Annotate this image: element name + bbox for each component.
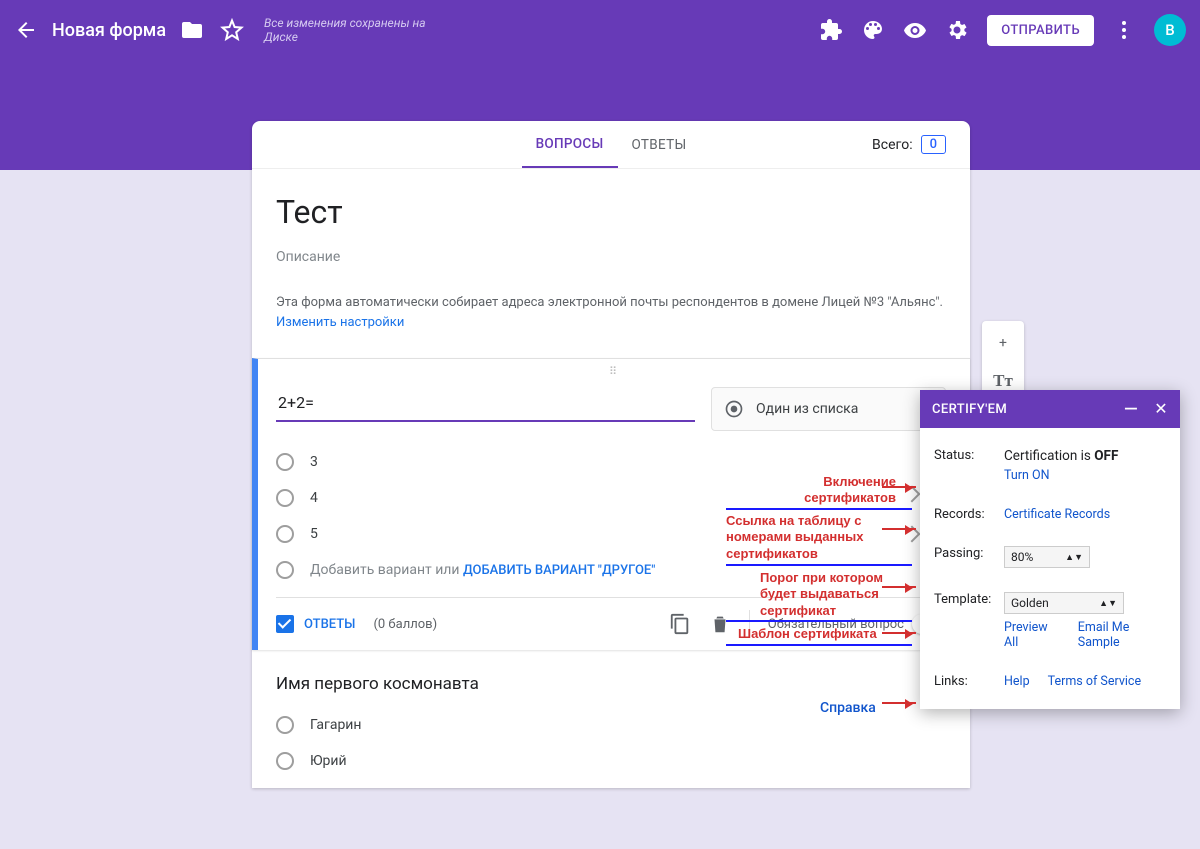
panel-row-records: Records: Certificate Records: [920, 495, 1180, 534]
save-status: Все изменения сохранены на Диске: [264, 16, 444, 45]
account-avatar[interactable]: В: [1154, 14, 1186, 46]
panel-row-template: Template: Golden▲▼ Preview All Email Me …: [920, 580, 1180, 662]
option-row[interactable]: Гагарин: [276, 716, 946, 734]
total-label: Всего:: [872, 137, 913, 153]
tab-questions[interactable]: ВОПРОСЫ: [522, 121, 618, 168]
passing-select[interactable]: 80%▲▼: [1004, 546, 1090, 568]
arrow-icon: [882, 486, 916, 488]
panel-row-links: Links: Help Terms of Service: [920, 662, 1180, 701]
points-label: (0 баллов): [373, 617, 437, 632]
certification-status: Certification is OFF: [1004, 448, 1166, 464]
arrow-icon: [882, 528, 916, 530]
option-row[interactable]: Юрий: [276, 752, 946, 770]
form-title[interactable]: Тест: [276, 193, 946, 231]
add-question-button[interactable]: +: [987, 327, 1019, 359]
radio-icon: [276, 716, 294, 734]
total-responses: Всего: 0: [872, 135, 946, 154]
add-option-button[interactable]: Добавить вариант: [310, 562, 432, 578]
radio-icon: [276, 752, 294, 770]
template-select[interactable]: Golden▲▼: [1004, 592, 1124, 614]
total-count-badge: 0: [921, 135, 946, 154]
question-text-input[interactable]: 2+2=: [276, 387, 695, 422]
answer-key-button[interactable]: ОТВЕТЫ: [276, 615, 355, 633]
annotation-enable-certificates: Включение сертификатов: [776, 474, 896, 507]
annotation-passing-threshold: Порог при котором будет выдаваться серти…: [760, 570, 910, 619]
delete-icon[interactable]: [709, 613, 731, 635]
doc-title[interactable]: Новая форма: [52, 20, 166, 41]
radio-icon: [276, 453, 294, 471]
email-sample-link[interactable]: Email Me Sample: [1078, 620, 1166, 650]
star-icon[interactable]: [220, 18, 244, 42]
radio-icon: [276, 525, 294, 543]
send-button[interactable]: ОТПРАВИТЬ: [987, 15, 1094, 46]
annotation-template: Шаблон сертификата: [738, 626, 877, 642]
arrow-icon: [882, 632, 916, 634]
annotation-divider: [726, 620, 912, 622]
question-text[interactable]: Имя первого космонавта: [276, 674, 946, 694]
preview-eye-icon[interactable]: [903, 18, 927, 42]
tab-answers[interactable]: ОТВЕТЫ: [618, 121, 701, 168]
annotation-divider: [726, 564, 912, 566]
radio-icon: [724, 399, 744, 419]
back-arrow-icon[interactable]: [14, 18, 38, 42]
more-vert-icon[interactable]: [1112, 18, 1136, 42]
check-icon: [276, 615, 294, 633]
panel-header[interactable]: CERTIFY'EM — ✕: [920, 390, 1180, 428]
palette-icon[interactable]: [861, 18, 885, 42]
certifyem-panel: CERTIFY'EM — ✕ Status: Certification is …: [920, 390, 1180, 709]
option-row[interactable]: 3: [276, 453, 946, 471]
panel-row-status: Status: Certification is OFF Turn ON: [920, 436, 1180, 495]
radio-icon: [276, 489, 294, 507]
help-link-overlay[interactable]: Справка: [820, 700, 876, 716]
minimize-icon[interactable]: —: [1124, 399, 1138, 420]
drag-handle-icon[interactable]: ⠿: [609, 365, 619, 378]
email-collection-notice: Эта форма автоматически собирает адреса …: [276, 293, 946, 350]
certificate-records-link[interactable]: Certificate Records: [1004, 507, 1110, 522]
annotation-divider: [726, 644, 912, 646]
help-link[interactable]: Help: [1004, 674, 1030, 689]
annotation-divider: [726, 508, 912, 510]
arrow-icon: [882, 586, 916, 588]
form-editor-card: ВОПРОСЫ ОТВЕТЫ Всего: 0 Тест Описание Эт…: [252, 121, 970, 788]
folder-icon[interactable]: [180, 18, 204, 42]
close-icon[interactable]: ✕: [1154, 399, 1168, 420]
copy-icon[interactable]: [669, 613, 691, 635]
turn-on-link[interactable]: Turn ON: [1004, 468, 1050, 483]
settings-gear-icon[interactable]: [945, 18, 969, 42]
question-type-dropdown[interactable]: Один из списка: [711, 387, 946, 431]
add-other-button[interactable]: ДОБАВИТЬ ВАРИАНТ "ДРУГОЕ": [463, 563, 655, 578]
preview-all-link[interactable]: Preview All: [1004, 620, 1060, 650]
tos-link[interactable]: Terms of Service: [1048, 674, 1141, 689]
annotation-records-link: Ссылка на таблицу с номерами выданных се…: [726, 513, 906, 562]
arrow-icon: [882, 702, 916, 704]
change-settings-link[interactable]: Изменить настройки: [276, 315, 404, 330]
form-description[interactable]: Описание: [276, 249, 946, 265]
addons-puzzle-icon[interactable]: [819, 18, 843, 42]
form-tabs: ВОПРОСЫ ОТВЕТЫ Всего: 0: [252, 121, 970, 169]
panel-row-passing: Passing: 80%▲▼: [920, 534, 1180, 580]
radio-icon: [276, 561, 294, 579]
